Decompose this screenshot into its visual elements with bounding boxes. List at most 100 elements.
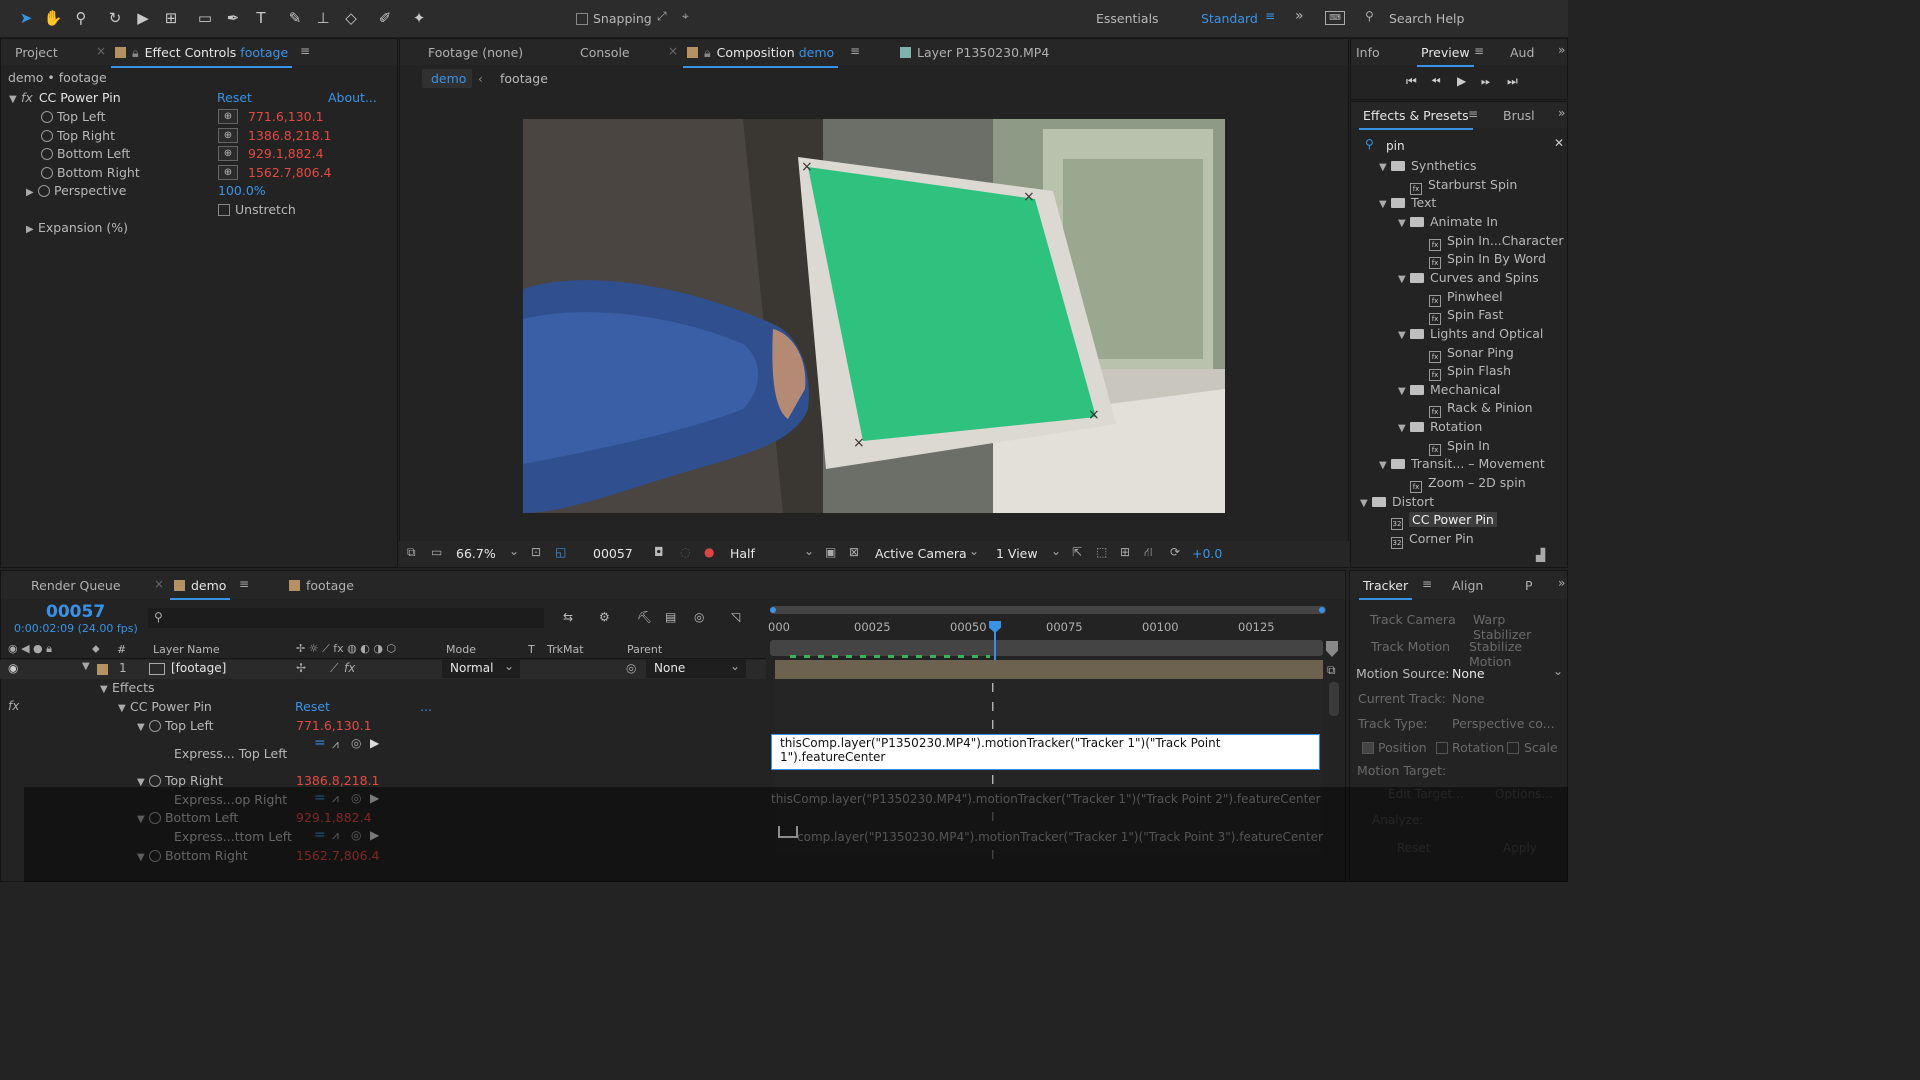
new-folder-icon[interactable]: ▟ (1536, 548, 1545, 562)
timeline-scrollbar[interactable] (1329, 682, 1339, 716)
pick-whip-icon[interactable]: ◎ (626, 661, 636, 675)
puppet-pin-tool-icon[interactable]: ✦ (409, 8, 429, 28)
timeline-effect-reset[interactable]: Reset (295, 699, 330, 714)
chevron-down-icon[interactable]: ⌄ (1051, 544, 1061, 558)
tl-prop-top-left-value[interactable]: 771.6,130.1 (296, 718, 372, 733)
chevron-down-icon[interactable]: ⌄ (804, 544, 814, 558)
view-layout-select[interactable]: 1 View (996, 546, 1038, 561)
snapping-checkbox[interactable] (576, 13, 588, 25)
more-workspaces-icon[interactable]: » (1295, 8, 1304, 24)
work-area-bar[interactable] (770, 606, 1326, 614)
timeline-icon[interactable]: ⊞ (1120, 545, 1130, 559)
effects-tree-folder[interactable]: ▼ Animate In (1398, 214, 1498, 229)
current-track-select[interactable]: None (1452, 691, 1485, 706)
chevron-down-icon[interactable]: ⌄ (509, 544, 519, 558)
expression-enable-icon[interactable]: = (314, 735, 326, 751)
tab-brushes[interactable]: Brusl (1503, 108, 1535, 123)
crosshair-icon[interactable]: ⊕ (218, 165, 238, 180)
layer-row[interactable]: ◉ ▼ 1 [footage] ✢ ⟋ fx Normal ⌄ ◎ None ⌄ (0, 659, 766, 679)
panel-menu-icon[interactable]: ≡ (1468, 107, 1478, 121)
play-icon[interactable]: ▶ (1457, 74, 1466, 88)
rectangle-tool-icon[interactable]: ▭ (195, 8, 215, 28)
pen-tool-icon[interactable]: ✒ (223, 8, 243, 28)
region-of-interest-icon[interactable]: ◱ (555, 545, 566, 559)
effects-tree-item[interactable]: fx Spin Fast (1429, 307, 1503, 326)
roto-brush-tool-icon[interactable]: ✐ (375, 8, 395, 28)
fast-previews-icon[interactable]: ▣ (825, 545, 836, 559)
close-icon[interactable]: × (668, 44, 678, 58)
effects-tree-item[interactable]: fx Pinwheel (1429, 289, 1503, 307)
more-tabs-icon[interactable]: » (1558, 106, 1565, 120)
snapshot-icon[interactable]: ◘ (654, 545, 664, 559)
tab-preview[interactable]: Preview (1417, 45, 1474, 67)
crumb-footage[interactable]: footage (500, 71, 548, 86)
fx-switch-icon[interactable]: fx (344, 661, 355, 675)
col-layer-name[interactable]: Layer Name (153, 643, 220, 656)
tl-prop-top-right-value[interactable]: 1386.8,218.1 (296, 773, 380, 788)
layer-name[interactable]: [footage] (171, 661, 226, 675)
tab-effects-presets[interactable]: Effects & Presets (1359, 108, 1473, 130)
collapse-triangle-icon[interactable]: ▼ (1398, 218, 1410, 229)
effects-group[interactable]: ▼ Effects (100, 680, 155, 695)
toggle-pixel-aspect-icon[interactable]: ⇱ (1072, 545, 1082, 559)
layer-search-input[interactable]: ⚲ (148, 608, 544, 628)
tl-prop-top-right[interactable]: ▼ Top Right (137, 773, 223, 788)
eye-icon[interactable]: ◉ (8, 661, 18, 675)
track-motion-button[interactable]: Track Motion (1371, 639, 1450, 654)
param-top-right-value[interactable]: 1386.8,218.1 (248, 128, 332, 143)
collapse-triangle-icon[interactable]: ▼ (1379, 162, 1391, 173)
effects-tree-item[interactable]: fx Spin In By Word (1429, 251, 1546, 270)
tab-effect-controls[interactable]: 🔒︎ Effect Controls footage (110, 45, 293, 68)
collapse-triangle-icon[interactable]: ▼ (9, 94, 21, 105)
tab-tracker[interactable]: Tracker (1358, 578, 1413, 600)
collapse-triangle-icon[interactable]: ▼ (1379, 199, 1391, 210)
crosshair-icon[interactable]: ⊕ (218, 109, 238, 124)
current-frame-value[interactable]: 00057 (593, 546, 633, 561)
expand-triangle-icon[interactable]: ▶ (26, 187, 38, 198)
effects-tree-item[interactable]: fx Rack & Pinion (1429, 400, 1533, 419)
tab-audio[interactable]: Aud (1510, 45, 1534, 60)
effects-tree-folder[interactable]: ▼ Text (1379, 195, 1436, 210)
workspace-standard[interactable]: Standard (1201, 11, 1258, 26)
clear-search-icon[interactable]: ✕ (1554, 136, 1564, 150)
flowchart-icon[interactable]: ⛙ (1144, 545, 1152, 561)
tab-composition[interactable]: 🔒︎ Composition demo (682, 45, 839, 68)
unstretch-checkbox[interactable] (218, 204, 230, 216)
effects-tree-folder[interactable]: ▼ Lights and Optical (1398, 326, 1543, 341)
work-area-end-handle[interactable] (1319, 607, 1325, 613)
effects-tree-item[interactable]: 32 Corner Pin (1391, 531, 1474, 549)
effects-tree-folder[interactable]: ▼ Curves and Spins (1398, 270, 1539, 285)
first-frame-icon[interactable]: ⏮ (1406, 74, 1417, 89)
stopwatch-icon[interactable] (149, 720, 161, 732)
quality-switch-icon[interactable]: ⟋ (330, 661, 338, 676)
fit-icon[interactable]: ⊡ (531, 545, 541, 559)
effects-tree-folder[interactable]: ▼ Rotation (1398, 419, 1482, 434)
collapse-triangle-icon[interactable]: ▼ (1398, 423, 1410, 434)
close-icon[interactable]: × (154, 577, 164, 591)
reset-exposure-icon[interactable]: ⟳ (1170, 545, 1180, 559)
graph-editor-icon[interactable]: ◹ (731, 610, 740, 624)
param-bottom-left-value[interactable]: 929.1,882.4 (248, 146, 324, 161)
close-icon[interactable]: × (96, 44, 106, 58)
effects-tree-folder[interactable]: ▼ Synthetics (1379, 158, 1477, 173)
scale-checkbox[interactable] (1507, 742, 1519, 754)
previous-frame-icon[interactable]: ⏪︎ (1431, 74, 1441, 89)
chevron-down-icon[interactable]: ⌄ (1553, 664, 1563, 678)
snap-options-icon[interactable]: ⤢ (657, 9, 667, 24)
effects-tree-folder[interactable]: ▼ Transit... – Movement (1379, 456, 1545, 471)
crosshair-icon[interactable]: ⊕ (218, 128, 238, 143)
panel-menu-icon[interactable]: ≡ (1474, 44, 1484, 58)
exposure-value[interactable]: +0.0 (1192, 546, 1222, 561)
zoom-tool-icon[interactable]: ⚲ (71, 8, 91, 28)
tab-render-queue[interactable]: Render Queue (31, 578, 121, 593)
comp-mini-flowchart-icon[interactable]: ⇆ (563, 610, 573, 624)
param-perspective-value[interactable]: 100.0% (218, 183, 266, 198)
effects-search-input[interactable]: pin (1386, 139, 1405, 153)
expression-editor[interactable]: thisComp.layer("P1350230.MP4").motionTra… (771, 734, 1320, 770)
search-help-input[interactable]: Search Help (1389, 11, 1464, 26)
stopwatch-icon[interactable] (41, 167, 53, 179)
camera-tool-icon[interactable]: ▶ (133, 8, 153, 28)
warp-stabilizer-button[interactable]: Warp Stabilizer (1473, 612, 1567, 642)
collapse-triangle-icon[interactable]: ▼ (1398, 386, 1410, 397)
panel-menu-icon[interactable]: ≡ (1422, 577, 1432, 591)
